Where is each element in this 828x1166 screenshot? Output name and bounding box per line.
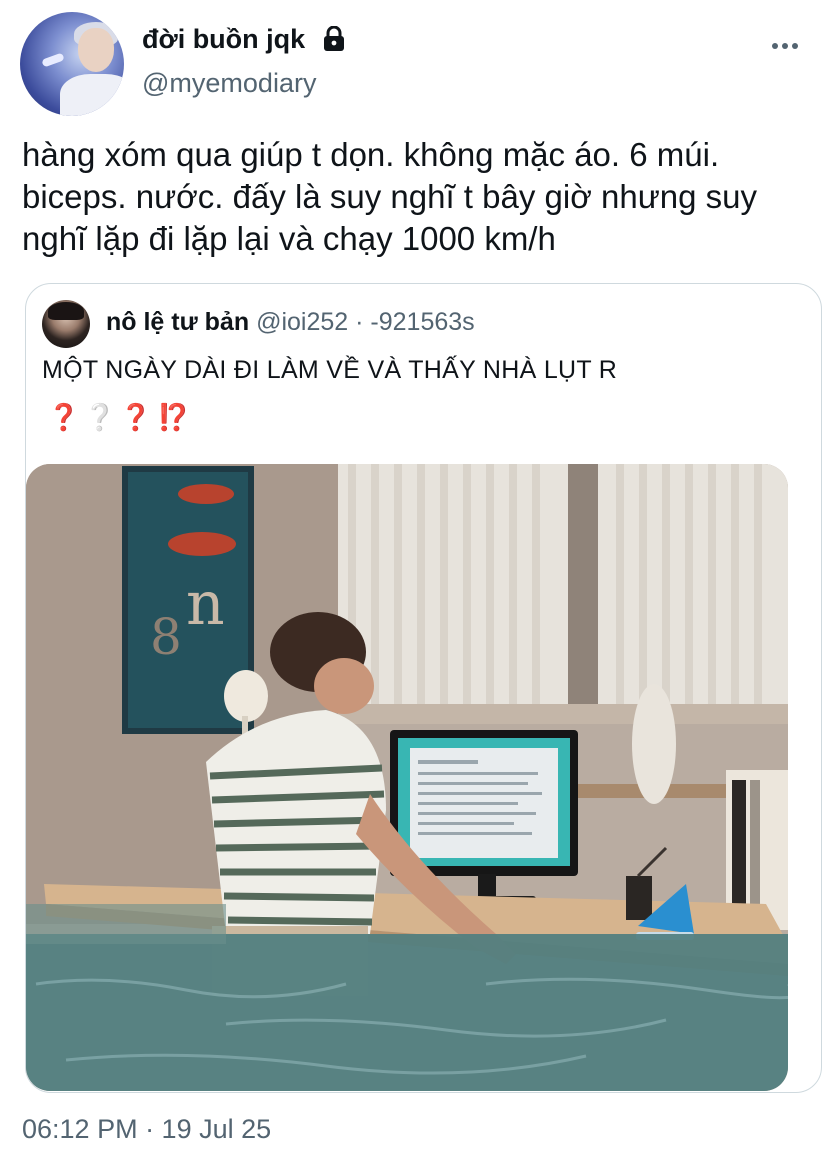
- lock-icon: [324, 26, 344, 51]
- quoted-author-name[interactable]: nô lệ tư bản: [106, 308, 249, 336]
- author-handle[interactable]: @myemodiary: [142, 68, 316, 99]
- flooded-office-photo[interactable]: n 8: [26, 464, 788, 1091]
- tweet-timestamp[interactable]: 06:12 PM · 19 Jul 25: [22, 1114, 271, 1145]
- quoted-tweet-time[interactable]: -921563s: [370, 308, 474, 336]
- quoted-tweet-emojis: ❓ ❔ ❓ ⁉️: [46, 400, 190, 434]
- quoted-tweet-text: MỘT NGÀY DÀI ĐI LÀM VỀ VÀ THẤY NHÀ LỤT R: [42, 356, 618, 384]
- quoted-tweet-header: nô lệ tư bản @ioi252 · -921563s: [106, 308, 475, 337]
- quoted-author-avatar[interactable]: [42, 300, 90, 348]
- svg-text:n: n: [186, 569, 225, 639]
- white-question-emoji: ❔: [83, 401, 117, 432]
- red-question-emoji: ❓: [119, 401, 153, 432]
- red-question-emoji: ❓: [47, 401, 81, 432]
- svg-text:8: 8: [150, 608, 182, 666]
- photo-illustration: n 8: [26, 464, 788, 1091]
- author-avatar[interactable]: [20, 12, 124, 116]
- exclamation-question-emoji: ⁉️: [157, 401, 189, 432]
- more-horizontal-icon[interactable]: [770, 36, 800, 56]
- author-display-name[interactable]: đời buồn jqk: [142, 24, 305, 55]
- quoted-author-handle[interactable]: @ioi252: [256, 308, 348, 336]
- quoted-separator: ·: [355, 308, 364, 336]
- tweet-text: hàng xóm qua giúp t dọn. không mặc áo. 6…: [22, 136, 758, 257]
